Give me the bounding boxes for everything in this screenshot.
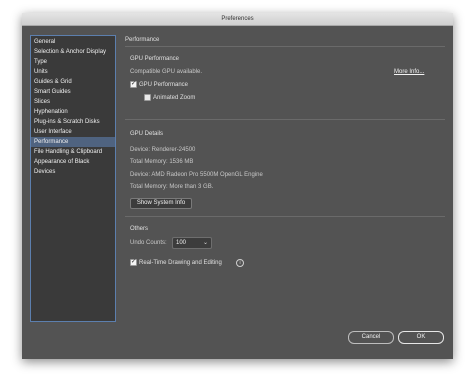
others-heading: Others <box>130 226 149 232</box>
info-icon[interactable]: i <box>236 259 244 267</box>
sidebar-item-appearance-of-black[interactable]: Appearance of Black <box>31 157 115 167</box>
undo-counts-value: 100 <box>176 240 187 246</box>
sidebar-item-slices[interactable]: Slices <box>31 97 115 107</box>
sidebar-item-type[interactable]: Type <box>31 57 115 67</box>
animated-zoom-checkbox[interactable] <box>144 94 151 101</box>
undo-counts-select[interactable]: 100 ⌄ <box>172 237 212 249</box>
panel-title: Performance <box>125 37 160 43</box>
cancel-button[interactable]: Cancel <box>348 331 394 344</box>
gpu-details-heading: GPU Details <box>130 131 164 137</box>
animated-zoom-label: Animated Zoom <box>153 95 196 101</box>
gpu-status-text: Compatible GPU available. <box>130 69 203 75</box>
show-system-info-button[interactable]: Show System Info <box>130 198 192 209</box>
sidebar-item-general[interactable]: General <box>31 37 115 47</box>
sidebar-item-file-handling-clipboard[interactable]: File Handling & Clipboard <box>31 147 115 157</box>
sidebar-item-devices[interactable]: Devices <box>31 167 115 177</box>
preferences-window: Preferences General Selection & Anchor D… <box>22 13 453 359</box>
gpu-device-1: Device: Renderer-24500 <box>130 147 196 153</box>
sidebar-item-performance[interactable]: Performance <box>31 137 115 147</box>
chevron-down-icon: ⌄ <box>202 240 208 246</box>
gpu-memory-1: Total Memory: 1536 MB <box>130 159 194 165</box>
ok-button[interactable]: OK <box>398 331 444 344</box>
undo-counts-label: Undo Counts: <box>130 240 167 246</box>
preferences-sidebar: General Selection & Anchor Display Type … <box>30 35 116 322</box>
realtime-drawing-checkbox[interactable] <box>130 258 137 266</box>
gpu-performance-label: GPU Performance <box>139 82 189 88</box>
sidebar-item-selection-anchor-display[interactable]: Selection & Anchor Display <box>31 47 115 57</box>
sidebar-item-hyphenation[interactable]: Hyphenation <box>31 107 115 117</box>
window-titlebar: Preferences <box>22 13 453 26</box>
realtime-drawing-label: Real-Time Drawing and Editing <box>139 260 222 266</box>
section-divider-others <box>125 216 445 217</box>
gpu-memory-2: Total Memory: More than 3 GB. <box>130 184 214 190</box>
sidebar-item-smart-guides[interactable]: Smart Guides <box>31 87 115 97</box>
gpu-performance-heading: GPU Performance <box>130 56 180 62</box>
sidebar-item-user-interface[interactable]: User Interface <box>31 127 115 137</box>
section-divider-gpu-details <box>125 119 445 120</box>
gpu-performance-checkbox[interactable] <box>130 80 137 88</box>
sidebar-item-plugins-scratch-disks[interactable]: Plug-ins & Scratch Disks <box>31 117 115 127</box>
more-info-link[interactable]: More Info... <box>394 68 424 76</box>
panel-title-divider <box>125 46 445 47</box>
sidebar-item-guides-grid[interactable]: Guides & Grid <box>31 77 115 87</box>
window-title: Preferences <box>221 16 254 22</box>
gpu-device-2: Device: AMD Radeon Pro 5500M OpenGL Engi… <box>130 172 263 178</box>
sidebar-item-units[interactable]: Units <box>31 67 115 77</box>
